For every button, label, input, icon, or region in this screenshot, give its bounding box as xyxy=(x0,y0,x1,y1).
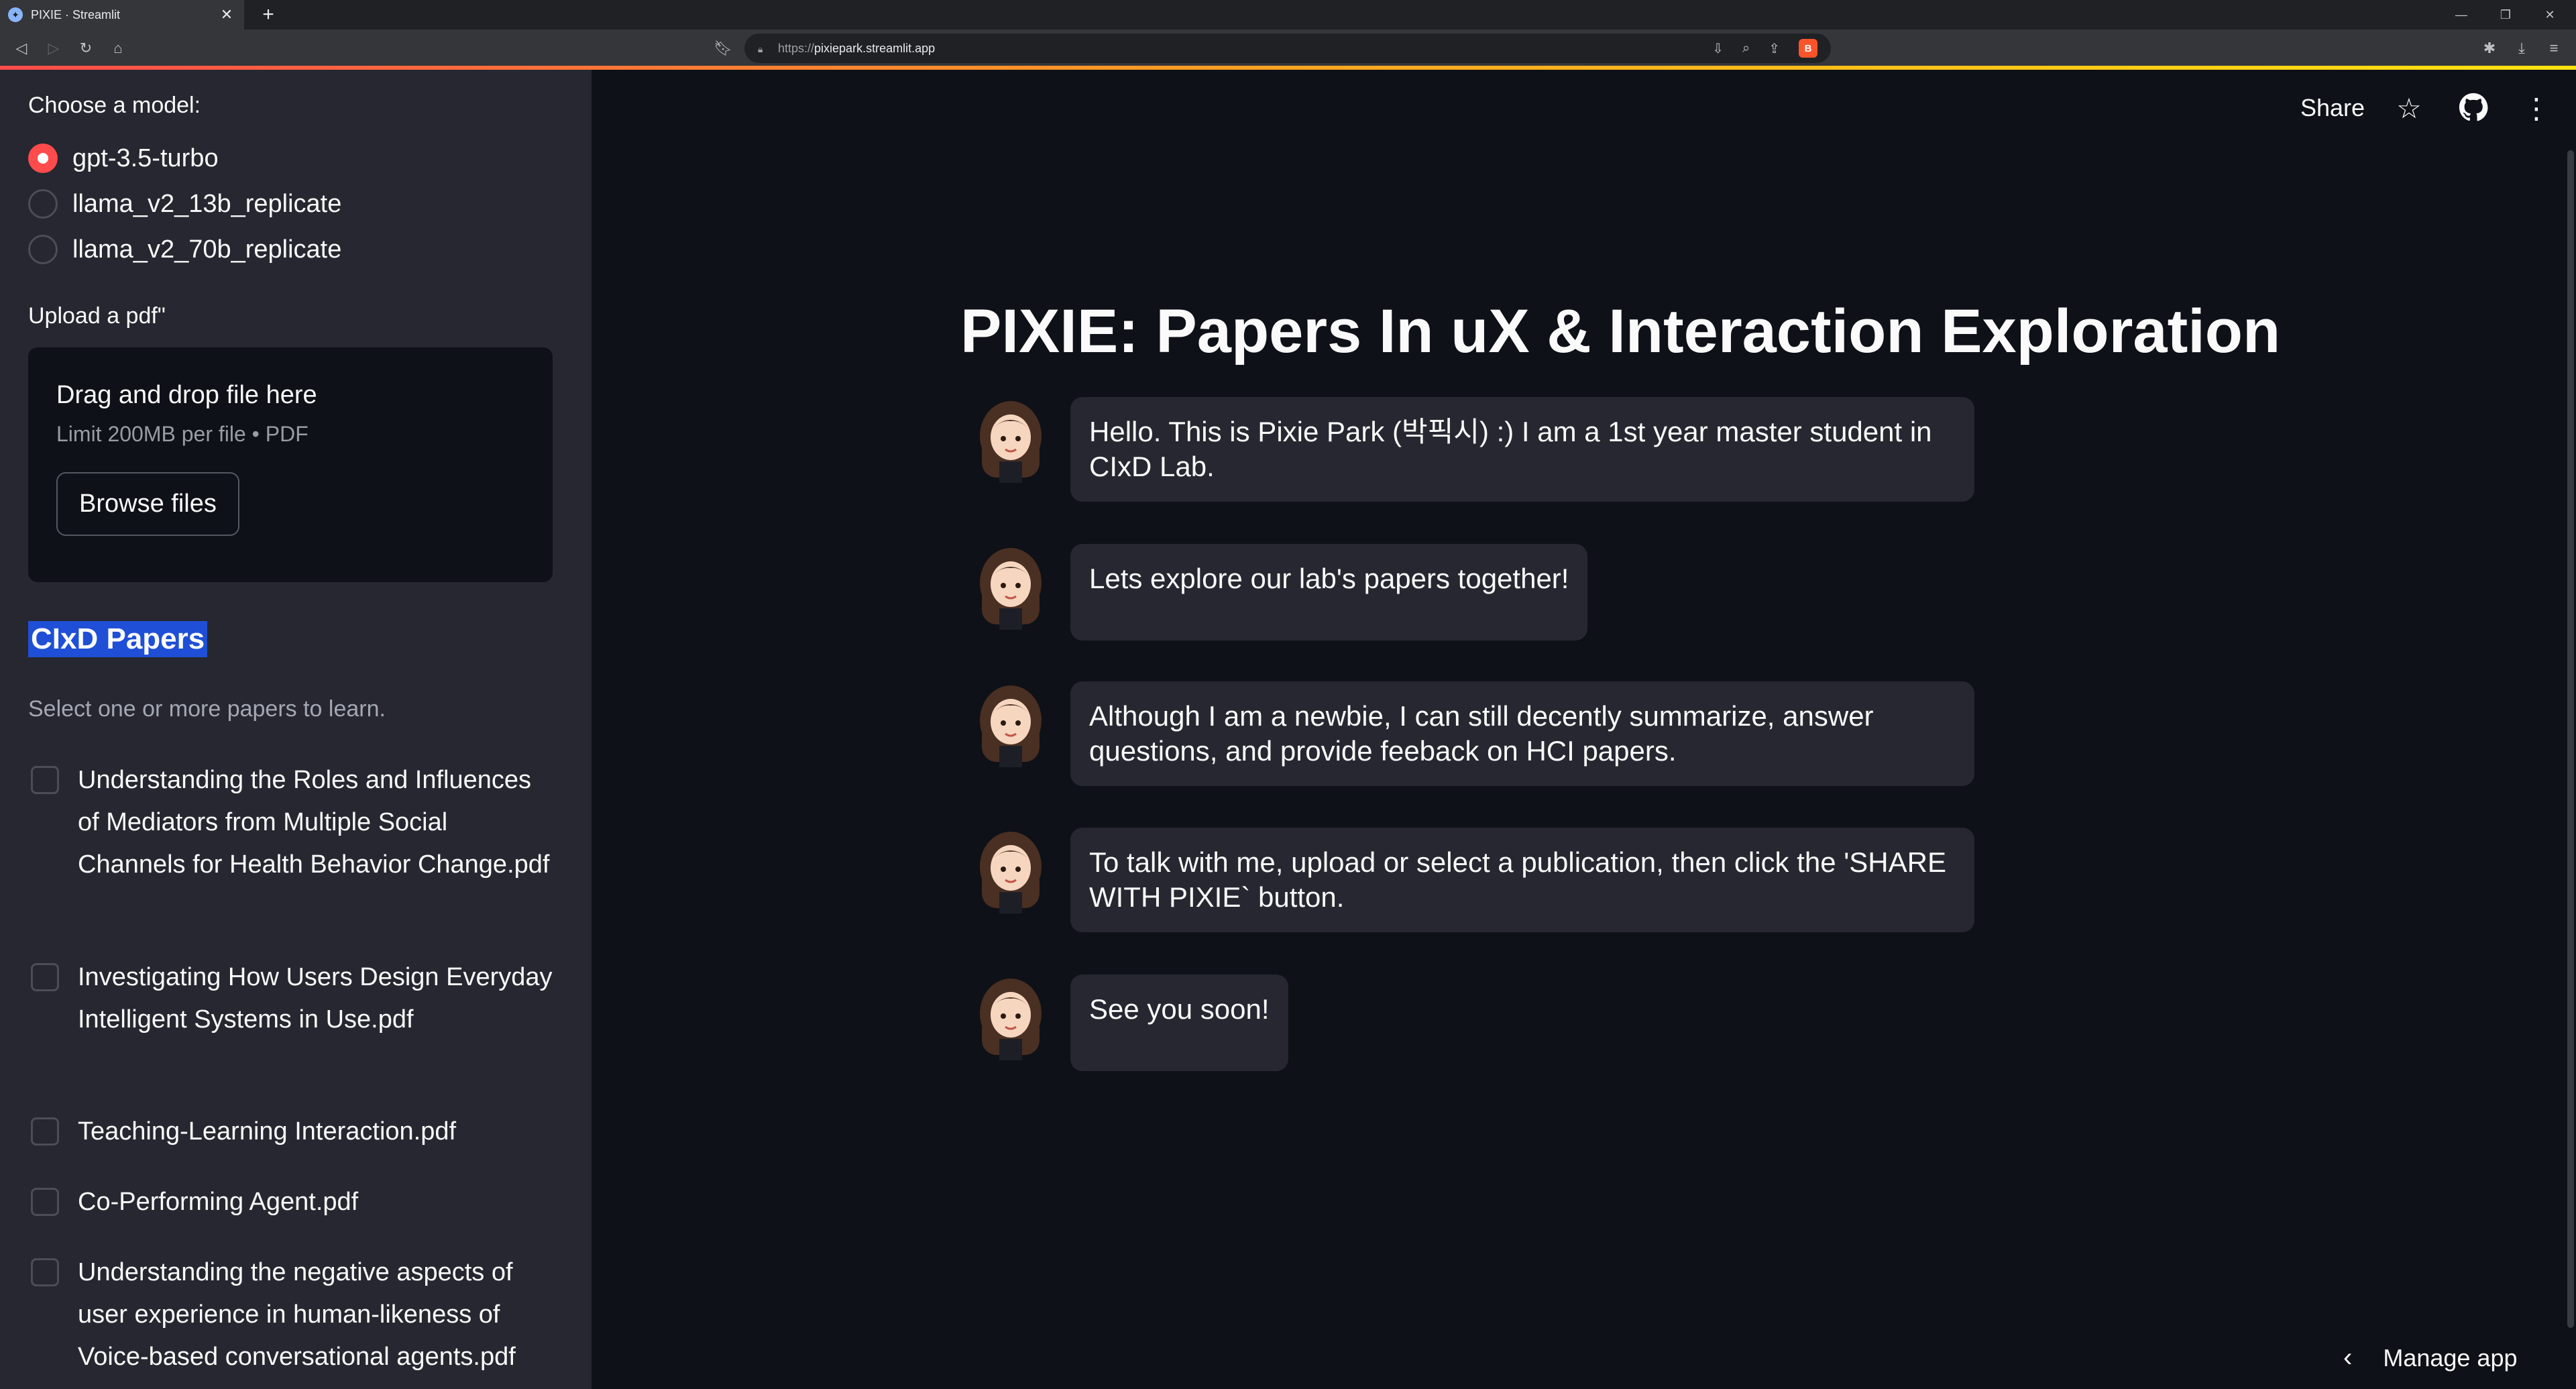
zoom-icon[interactable]: ⌕ xyxy=(1742,41,1750,56)
file-dropzone[interactable]: Drag and drop file here Limit 200MB per … xyxy=(28,347,553,582)
manage-app-button[interactable]: ‹ Manage app xyxy=(2343,1343,2518,1373)
papers-section-title: CIxD Papers xyxy=(28,621,208,657)
chevron-left-icon: ‹ xyxy=(2343,1343,2353,1372)
pixie-avatar-icon xyxy=(980,979,1042,1060)
github-icon[interactable] xyxy=(2457,93,2489,125)
chat-message: To talk with me, upload or select a publ… xyxy=(974,828,1974,932)
sidebar: Choose a model: gpt-3.5-turbo llama_v2_1… xyxy=(0,70,592,1389)
browser-tab-bar: ✦ PIXIE · Streamlit ✕ + — ❐ ✕ xyxy=(0,0,2576,30)
dropzone-title: Drag and drop file here xyxy=(56,381,317,409)
browser-nav-bar: ◁ ▷ ↻ ⌂ 🔖︎ 🔒︎ https://pixiepark.streamli… xyxy=(0,30,2576,67)
model-option-gpt-3-5-turbo[interactable]: gpt-3.5-turbo xyxy=(28,144,219,173)
pixie-avatar-icon xyxy=(980,548,1042,630)
paper-checkbox-item[interactable]: Investigating How Users Design Everyday … xyxy=(31,959,554,1041)
page-title: PIXIE: Papers In uX & Interaction Explor… xyxy=(960,297,2281,366)
share-button[interactable]: Share xyxy=(2300,94,2365,122)
radio-selected-icon[interactable] xyxy=(28,144,58,173)
upload-label: Upload a pdf" xyxy=(28,303,166,329)
radio-unselected-icon[interactable] xyxy=(28,235,58,264)
restore-icon[interactable]: ❐ xyxy=(2485,0,2526,30)
chat-bubble: Lets explore our lab's papers together! xyxy=(1070,544,1588,641)
chat-message: Lets explore our lab's papers together! xyxy=(974,544,1588,641)
chat-bubble: To talk with me, upload or select a publ… xyxy=(1070,828,1974,932)
paper-checkbox-item[interactable]: Understanding the negative aspects of us… xyxy=(31,1254,554,1378)
browser-menu-icon[interactable]: ≡ xyxy=(2542,36,2566,60)
forward-icon[interactable]: ▷ xyxy=(42,36,66,60)
checkbox-icon[interactable] xyxy=(31,1117,59,1146)
home-icon[interactable]: ⌂ xyxy=(106,36,130,60)
checkbox-icon[interactable] xyxy=(31,963,59,991)
main-menu-icon[interactable]: ⋮ xyxy=(2520,93,2553,125)
manage-app-label: Manage app xyxy=(2383,1343,2518,1372)
streamlit-favicon-icon: ✦ xyxy=(8,7,23,22)
chat-message: Although I am a newbie, I can still dece… xyxy=(974,681,1974,786)
pixie-avatar-icon xyxy=(980,832,1042,913)
downloads-icon[interactable]: ⤓ xyxy=(2510,36,2534,60)
model-label: Choose a model: xyxy=(28,93,201,118)
install-app-icon[interactable]: ⇩ xyxy=(1712,40,1724,57)
paper-checkbox-item[interactable]: Co-Performing Agent.pdf xyxy=(31,1184,554,1223)
chat-bubble: Hello. This is Pixie Park (박픽시) :) I am … xyxy=(1070,397,1974,502)
paper-checkbox-item[interactable]: Understanding the Roles and Influences o… xyxy=(31,762,554,886)
main-scrollbar[interactable] xyxy=(2567,150,2574,1328)
checkbox-icon[interactable] xyxy=(31,1258,59,1286)
paper-checkbox-item[interactable]: Teaching-Learning Interaction.pdf xyxy=(31,1113,554,1153)
pixie-avatar-icon xyxy=(980,685,1042,767)
back-icon[interactable]: ◁ xyxy=(9,36,34,60)
dropzone-limit: Limit 200MB per file • PDF xyxy=(56,422,309,446)
share-page-icon[interactable]: ⇪ xyxy=(1769,40,1780,57)
new-tab-button[interactable]: + xyxy=(256,3,280,27)
model-option-llama-70b[interactable]: llama_v2_70b_replicate xyxy=(28,235,341,264)
radio-unselected-icon[interactable] xyxy=(28,189,58,219)
extensions-icon[interactable]: ✱ xyxy=(2477,36,2502,60)
address-bar[interactable]: 🔒︎ https://pixiepark.streamlit.app ⇩ ⌕ ⇪… xyxy=(744,34,1831,63)
chat-bubble: See you soon! xyxy=(1070,975,1288,1071)
chat-message: Hello. This is Pixie Park (박픽시) :) I am … xyxy=(974,397,1974,502)
close-window-icon[interactable]: ✕ xyxy=(2530,0,2570,30)
chat-message: See you soon! xyxy=(974,975,1288,1071)
pixie-avatar-icon xyxy=(980,401,1042,483)
reload-icon[interactable]: ↻ xyxy=(74,36,98,60)
star-icon[interactable]: ☆ xyxy=(2393,93,2425,125)
checkbox-icon[interactable] xyxy=(31,766,59,794)
browse-files-button[interactable]: Browse files xyxy=(56,472,239,536)
chat-bubble: Although I am a newbie, I can still dece… xyxy=(1070,681,1974,786)
main-content: Share ☆ ⋮ PIXIE: Papers In uX & Interact… xyxy=(592,70,2576,1389)
close-tab-icon[interactable]: ✕ xyxy=(217,6,236,23)
brave-shield-icon[interactable]: B xyxy=(1799,39,1817,58)
checkbox-icon[interactable] xyxy=(31,1188,59,1216)
model-option-llama-13b[interactable]: llama_v2_13b_replicate xyxy=(28,189,341,219)
browser-tab[interactable]: ✦ PIXIE · Streamlit ✕ xyxy=(0,0,244,30)
lock-icon: 🔒︎ xyxy=(758,44,763,54)
papers-section-subtitle: Select one or more papers to learn. xyxy=(28,696,386,722)
bookmark-icon[interactable]: 🔖︎ xyxy=(711,36,735,60)
tab-title: PIXIE · Streamlit xyxy=(31,7,121,21)
url-text[interactable]: https://pixiepark.streamlit.app xyxy=(778,42,1693,56)
minimize-icon[interactable]: — xyxy=(2441,0,2481,30)
